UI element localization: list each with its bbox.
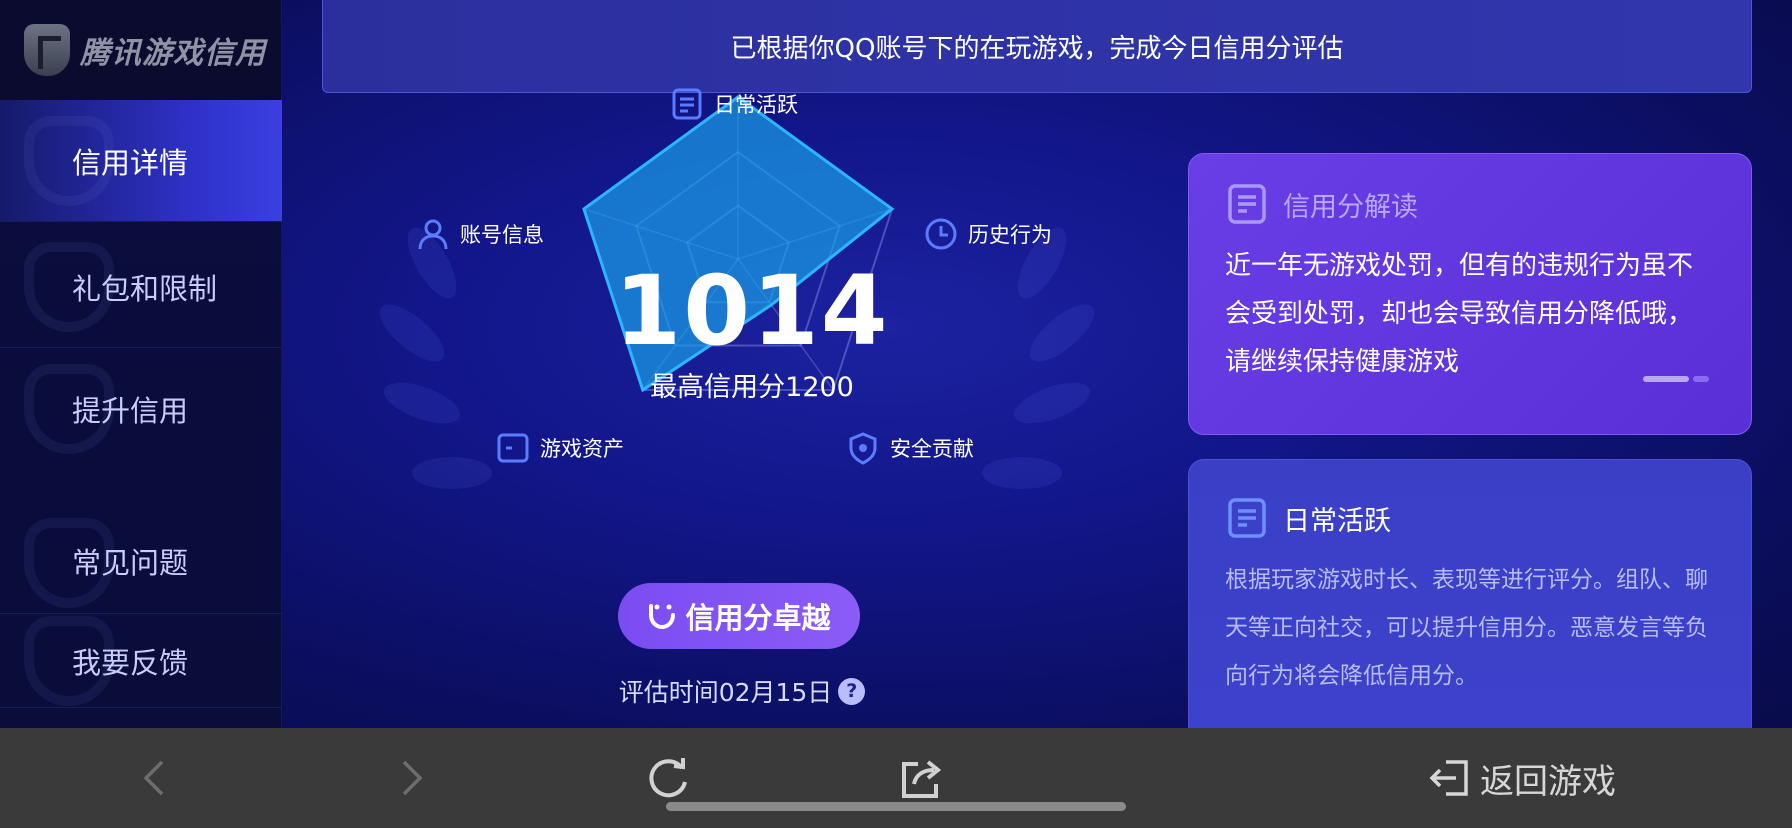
- axis-label-daily-active: 日常活跃: [670, 87, 798, 121]
- axis-label-text: 账号信息: [460, 223, 544, 247]
- refresh-icon: [649, 758, 687, 798]
- sidebar-item-gifts-limits[interactable]: 礼包和限制: [0, 226, 282, 348]
- wallet-icon: [497, 433, 529, 463]
- document-icon: [1228, 184, 1266, 224]
- axis-label-text: 历史行为: [968, 223, 1052, 247]
- document-icon: [672, 88, 702, 120]
- exit-icon: [1429, 760, 1468, 796]
- card-title: 日常活跃: [1283, 505, 1391, 537]
- share-icon: [902, 760, 942, 798]
- page-dot: [1693, 376, 1709, 382]
- app-logo: 腾讯游戏信用: [0, 0, 281, 100]
- sidebar-item-label: 提升信用: [72, 394, 189, 428]
- credit-level-label: 信用分卓越: [685, 601, 831, 635]
- card-title: 信用分解读: [1283, 191, 1418, 223]
- credit-score-max: 最高信用分1200: [650, 372, 854, 403]
- daily-active-card: 日常活跃 根据玩家游戏时长、表现等进行评分。组队、聊天等正向社交，可以提升信用分…: [1188, 459, 1752, 728]
- refresh-button[interactable]: [640, 750, 696, 806]
- chevron-right-icon: [402, 760, 423, 796]
- credit-score: 1014: [614, 255, 890, 367]
- shield-icon: [849, 432, 877, 465]
- clock-icon: [925, 218, 957, 250]
- credit-level-button[interactable]: 信用分卓越: [618, 583, 860, 649]
- forward-button[interactable]: [382, 750, 438, 806]
- return-to-game-label: 返回游戏: [1480, 761, 1616, 802]
- axis-label-history: 历史行为: [924, 217, 1052, 251]
- browser-toolbar: 返回游戏: [0, 728, 1792, 828]
- axis-label-text: 日常活跃: [714, 93, 798, 117]
- sidebar-item-faq[interactable]: 常见问题: [0, 508, 282, 614]
- card-header: 信用分解读: [1225, 182, 1715, 226]
- credit-radar-chart: 日常活跃 历史行为 安全贡献 游戏资产 账号信息 1014 最高信用分1200 …: [282, 88, 1282, 728]
- smile-icon: [649, 604, 676, 630]
- sidebar-item-improve-credit[interactable]: 提升信用: [0, 348, 282, 470]
- evaluation-banner: 已根据你QQ账号下的在玩游戏，完成今日信用分评估: [322, 0, 1752, 93]
- card-header: 日常活跃: [1225, 496, 1715, 540]
- evaluation-time-text: 评估时间02月15日: [618, 678, 833, 707]
- card-body: 根据玩家游戏时长、表现等进行评分。组队、聊天等正向社交，可以提升信用分。恶意发言…: [1225, 567, 1708, 689]
- document-icon: [1228, 498, 1266, 538]
- home-indicator: [666, 802, 1126, 811]
- pagination-dots: [1639, 376, 1709, 382]
- logo-text: 腾讯游戏信用: [80, 36, 266, 71]
- sidebar-item-label: 信用详情: [72, 145, 189, 180]
- sidebar-item-label: 礼包和限制: [72, 271, 218, 306]
- axis-label-assets: 游戏资产: [496, 431, 624, 465]
- share-button[interactable]: [894, 750, 950, 806]
- help-icon[interactable]: ?: [838, 677, 866, 705]
- sidebar-item-label: 我要反馈: [72, 645, 189, 680]
- card-body: 近一年无游戏处罚，但有的违规行为虽不会受到处罚，却也会导致信用分降低哦，请继续保…: [1225, 251, 1694, 377]
- banner-text: 已根据你QQ账号下的在玩游戏，完成今日信用分评估: [730, 33, 1344, 64]
- return-to-game-button[interactable]: 返回游戏: [1428, 750, 1616, 806]
- chevron-left-icon: [143, 760, 164, 796]
- sidebar: 腾讯游戏信用 信用详情 礼包和限制 提升信用 常见问题 我要反馈: [0, 0, 282, 728]
- tencent-games-shield-icon: [24, 24, 70, 76]
- axis-label-account: 账号信息: [416, 217, 544, 251]
- sidebar-item-feedback[interactable]: 我要反馈: [0, 614, 282, 708]
- evaluation-time: 评估时间02月15日 ?: [532, 673, 952, 709]
- main-content: 已根据你QQ账号下的在玩游戏，完成今日信用分评估 日常活跃 历史行为 安全贡献 …: [282, 0, 1792, 728]
- back-button[interactable]: [128, 750, 184, 806]
- sidebar-item-credit-details[interactable]: 信用详情: [0, 100, 282, 222]
- credit-interpretation-card[interactable]: 信用分解读 近一年无游戏处罚，但有的违规行为虽不会受到处罚，却也会导致信用分降低…: [1188, 153, 1752, 435]
- axis-label-text: 游戏资产: [540, 437, 624, 461]
- user-icon: [418, 219, 448, 250]
- sidebar-item-label: 常见问题: [72, 545, 189, 580]
- page-dot-active: [1643, 376, 1689, 382]
- axis-label-security: 安全贡献: [846, 431, 974, 465]
- axis-label-text: 安全贡献: [890, 437, 974, 461]
